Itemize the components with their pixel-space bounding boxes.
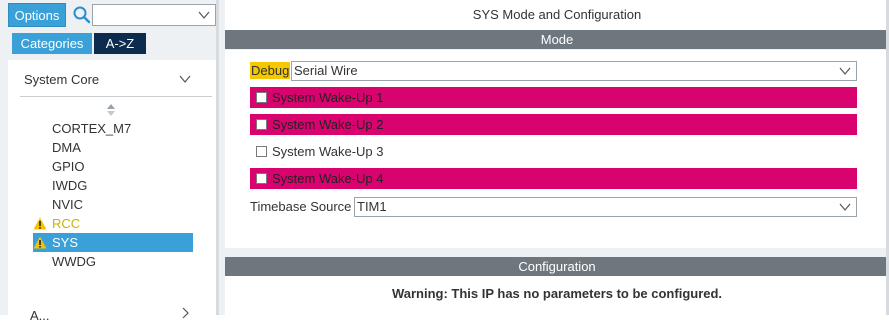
right-panel: SYS Mode and Configuration Mode Debug Se… [219,0,889,315]
list-item-rcc[interactable]: RCC [33,214,193,233]
list-item-label: SYS [52,235,79,250]
group-header-next[interactable]: A... [30,308,50,323]
search-input[interactable] [92,4,216,26]
list-item-label: NVIC [52,197,84,212]
timebase-label: Timebase Source [250,199,352,214]
list-item-label: GPIO [52,159,85,174]
list-item-dma[interactable]: DMA [33,138,193,157]
debug-select-value: Serial Wire [294,63,358,78]
mode-section-header: Mode [225,30,889,49]
timebase-select[interactable]: TIM1 [354,197,857,217]
list-item-label: IWDG [52,178,88,193]
chevron-down-icon[interactable] [838,200,852,214]
wakeup-row-4[interactable]: System Wake-Up 4 [250,168,857,189]
warning-icon [33,217,47,230]
wakeup-checkbox-3[interactable] [256,146,267,157]
wakeup-checkbox-4[interactable] [256,173,267,184]
list-item-label: RCC [52,216,81,231]
wakeup-row-3[interactable]: System Wake-Up 3 [250,141,857,162]
sort-icon[interactable] [106,103,116,117]
left-panel: Options Categories A->Z System Core CORT… [0,0,219,323]
options-button[interactable]: Options [8,3,66,27]
wakeup-checkbox-2[interactable] [256,119,267,130]
list-item-label: DMA [52,140,81,155]
list-item-sys[interactable]: SYS [33,233,193,252]
wakeup-row-1[interactable]: System Wake-Up 1 [250,87,857,108]
group-header-system-core[interactable]: System Core [24,72,99,87]
debug-select[interactable]: Serial Wire [291,61,857,81]
wakeup-label: System Wake-Up 1 [272,90,384,105]
tab-a-to-z[interactable]: A->Z [94,33,146,54]
debug-label: Debug [250,62,291,79]
list-item-wwdg[interactable]: WWDG [33,252,193,271]
list-item-nvic[interactable]: NVIC [33,195,193,214]
list-item-label: WWDG [52,254,97,269]
warning-icon [33,236,47,249]
list-item-gpio[interactable]: GPIO [33,157,193,176]
list-item-cortex-m7[interactable]: CORTEX_M7 [33,119,193,138]
timebase-select-value: TIM1 [357,199,387,214]
wakeup-label: System Wake-Up 4 [272,171,384,186]
chevron-down-icon[interactable] [178,72,192,86]
wakeup-label: System Wake-Up 3 [272,144,384,159]
chevron-down-icon[interactable] [838,64,852,78]
wakeup-checkbox-1[interactable] [256,92,267,103]
configuration-warning: Warning: This IP has no parameters to be… [391,286,723,301]
chevron-down-icon[interactable] [197,8,211,22]
page-title: SYS Mode and Configuration [225,0,889,30]
tab-categories[interactable]: Categories [12,33,92,54]
search-icon[interactable] [72,5,92,25]
list-item-iwdg[interactable]: IWDG [33,176,193,195]
list-item-label: CORTEX_M7 [52,121,132,136]
chevron-right-icon[interactable] [178,306,192,320]
wakeup-label: System Wake-Up 2 [272,117,384,132]
wakeup-row-2[interactable]: System Wake-Up 2 [250,114,857,135]
configuration-section-header: Configuration [225,257,889,276]
divider [20,96,212,97]
